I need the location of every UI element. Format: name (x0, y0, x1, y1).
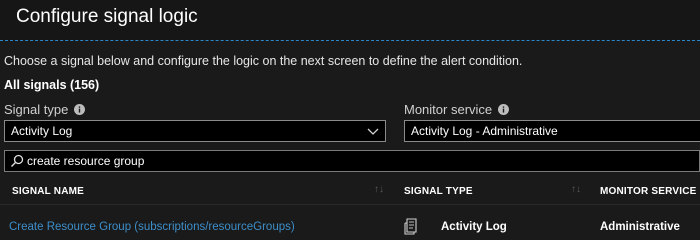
signal-name-link[interactable]: Create Resource Group (subscriptions/res… (9, 221, 295, 233)
monitor-service-label-group: Monitor service (404, 102, 510, 117)
signal-type-value: Activity Log (11, 124, 73, 138)
column-header-monitor-service[interactable]: MONITOR SERVICE (600, 186, 697, 197)
signal-type-label-group: Signal type (4, 102, 86, 117)
column-header-signal-name[interactable]: SIGNAL NAME (12, 186, 84, 197)
info-icon[interactable] (498, 104, 510, 115)
sort-icon[interactable]: ↑↓ (374, 184, 384, 195)
signal-type-dropdown[interactable]: Activity Log (4, 120, 386, 142)
blade-header: Configure signal logic (0, 0, 700, 40)
search-input[interactable] (27, 154, 627, 168)
info-icon[interactable] (74, 104, 86, 115)
search-icon (11, 154, 24, 167)
monitor-service-label: Monitor service (404, 102, 493, 117)
all-signals-count: All signals (156) (4, 78, 100, 92)
page-title: Configure signal logic (16, 6, 198, 27)
signal-type-cell: Activity Log (441, 221, 507, 233)
signal-search-box[interactable] (4, 150, 700, 172)
sort-icon[interactable]: ↑↓ (571, 184, 581, 195)
signal-type-label: Signal type (4, 102, 69, 117)
monitor-service-value: Activity Log - Administrative (411, 124, 558, 138)
header-divider (0, 40, 700, 41)
monitor-service-cell: Administrative (600, 221, 680, 233)
monitor-service-dropdown[interactable]: Activity Log - Administrative (404, 120, 700, 142)
blade-description: Choose a signal below and configure the … (4, 54, 523, 68)
table-divider (0, 204, 700, 205)
chevron-down-icon (367, 128, 379, 135)
document-icon (404, 218, 417, 235)
column-header-signal-type[interactable]: SIGNAL TYPE (404, 186, 473, 197)
